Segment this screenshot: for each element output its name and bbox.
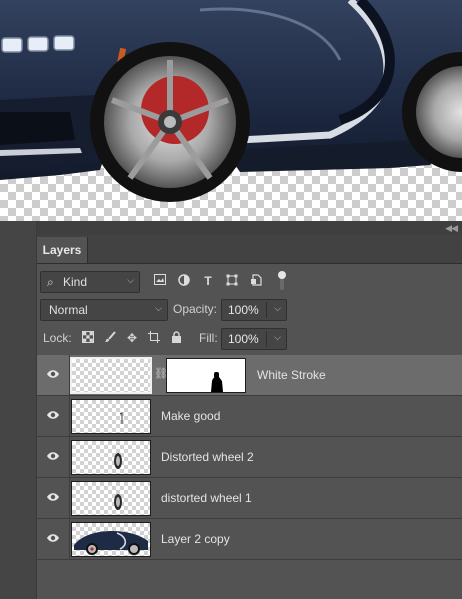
type-filter-icon[interactable]: T: [201, 274, 215, 288]
lock-all-icon[interactable]: [169, 331, 183, 345]
layer-row[interactable]: ⛓ White Stroke: [37, 355, 462, 396]
panel-header-bar: ◀◀: [37, 221, 462, 235]
layer-name[interactable]: Distorted wheel 2: [161, 450, 254, 464]
document-canvas[interactable]: [0, 0, 462, 221]
tab-layers[interactable]: Layers: [37, 237, 88, 263]
opacity-input[interactable]: 100% ⌵: [221, 299, 287, 321]
divider: [266, 302, 267, 318]
lock-fill-row: Lock: ✥ Fill: 100% ⌵: [37, 328, 462, 352]
layer-thumbnail[interactable]: [71, 440, 151, 475]
headlight: [1, 35, 75, 53]
filter-kind-label: Kind: [63, 275, 88, 289]
panel-tab-bar: Layers: [37, 235, 462, 264]
filter-toggle-switch[interactable]: [277, 270, 287, 292]
fill-label: Fill:: [199, 331, 218, 345]
chevron-down-icon[interactable]: ⌵: [274, 332, 281, 343]
divider: [266, 331, 267, 347]
opacity-value: 100%: [228, 303, 259, 317]
chevron-down-icon[interactable]: ⌵: [274, 303, 281, 314]
search-icon: ⌕: [47, 275, 54, 289]
layer-name[interactable]: White Stroke: [257, 368, 326, 382]
layer-name[interactable]: Layer 2 copy: [161, 532, 230, 546]
lock-artboard-icon[interactable]: [147, 331, 161, 345]
visibility-eye-icon[interactable]: [37, 437, 70, 477]
layer-thumbnail[interactable]: [70, 357, 152, 394]
layer-name[interactable]: distorted wheel 1: [161, 491, 252, 505]
visibility-eye-icon[interactable]: [37, 355, 70, 395]
layer-row[interactable]: Make good: [37, 396, 462, 437]
smart-object-filter-icon[interactable]: [249, 274, 263, 288]
layer-row[interactable]: distorted wheel 1: [37, 478, 462, 519]
visibility-eye-icon[interactable]: [37, 478, 70, 518]
layer-filter-row: ⌕ Kind ⌵ T: [37, 271, 462, 295]
visibility-eye-icon[interactable]: [37, 396, 70, 436]
opacity-label: Opacity:: [173, 302, 218, 316]
chevron-down-icon: ⌵: [127, 275, 134, 285]
fill-value: 100%: [228, 332, 259, 346]
blend-mode-value: Normal: [49, 303, 88, 317]
layer-thumbnail[interactable]: [71, 522, 151, 557]
shape-filter-icon[interactable]: [225, 274, 239, 288]
filter-kind-dropdown[interactable]: ⌕ Kind ⌵: [40, 271, 140, 293]
blend-opacity-row: Normal ⌵ Opacity: 100% ⌵: [37, 299, 462, 323]
visibility-eye-icon[interactable]: [37, 519, 70, 559]
layer-row[interactable]: Distorted wheel 2: [37, 437, 462, 478]
layers-panel: ◀◀ Layers ⌕ Kind ⌵ T Normal ⌵ Opacity: 1…: [36, 221, 462, 599]
layer-thumbnail[interactable]: [71, 399, 151, 434]
layer-thumbnail[interactable]: [71, 481, 151, 516]
car-image: [0, 0, 462, 202]
layer-row[interactable]: Layer 2 copy: [37, 519, 462, 560]
lock-image-pixels-brush-icon[interactable]: [103, 331, 117, 345]
layer-mask-thumbnail[interactable]: [166, 358, 246, 393]
fill-input[interactable]: 100% ⌵: [221, 328, 287, 350]
lock-transparent-pixels-icon[interactable]: [81, 331, 95, 345]
collapse-panels-icon[interactable]: ◀◀: [445, 223, 458, 234]
left-dock-strip: [0, 221, 36, 599]
lock-label: Lock:: [43, 331, 72, 345]
image-filter-icon[interactable]: [153, 274, 167, 288]
blend-mode-dropdown[interactable]: Normal ⌵: [40, 299, 168, 321]
adjustment-filter-icon[interactable]: [177, 274, 191, 288]
layer-name[interactable]: Make good: [161, 409, 220, 423]
layer-list: ⛓ White Stroke Make good Distorted wheel…: [37, 355, 462, 560]
lock-position-move-icon[interactable]: ✥: [125, 331, 139, 345]
chevron-down-icon: ⌵: [155, 303, 162, 313]
